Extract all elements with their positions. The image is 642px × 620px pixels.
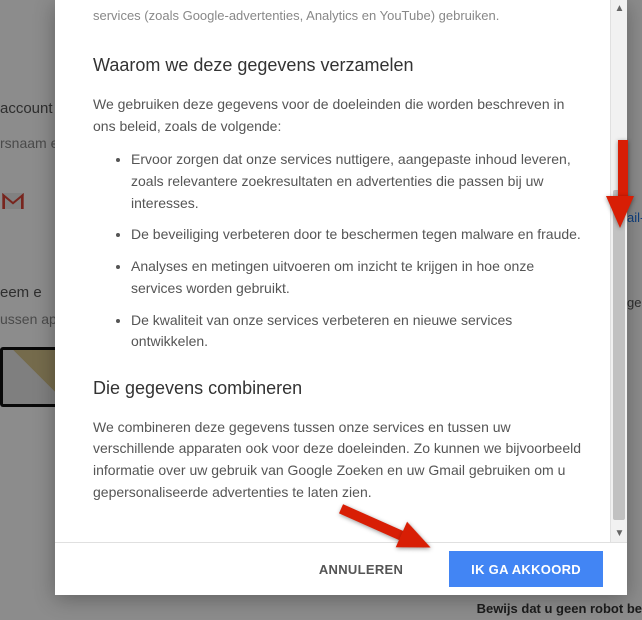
scrollbar[interactable]: ▲ ▼ bbox=[610, 0, 627, 542]
scrollbar-thumb[interactable] bbox=[613, 190, 625, 520]
modal-scroll-area[interactable]: services (zoals Google-advertenties, Ana… bbox=[55, 0, 627, 542]
section-heading-why: Waarom we deze gegevens verzamelen bbox=[93, 52, 589, 80]
section-body: We combineren deze gegevens tussen onze … bbox=[93, 417, 589, 504]
scroll-down-icon[interactable]: ▼ bbox=[611, 525, 627, 542]
list-item: De beveiliging verbeteren door te besche… bbox=[131, 224, 589, 246]
text-fragment: services (zoals Google-advertenties, Ana… bbox=[93, 6, 589, 26]
list-item: Analyses en metingen uitvoeren om inzich… bbox=[131, 256, 589, 299]
section-intro: We gebruiken deze gegevens voor de doele… bbox=[93, 94, 589, 137]
annotation-arrow-shaft bbox=[618, 140, 628, 200]
scroll-up-icon[interactable]: ▲ bbox=[611, 0, 627, 17]
annotation-arrow-down-icon bbox=[606, 196, 634, 228]
modal-footer: ANNULEREN IK GA AKKOORD bbox=[55, 542, 627, 595]
section-heading-combine: Die gegevens combineren bbox=[93, 375, 589, 403]
modal-content: services (zoals Google-advertenties, Ana… bbox=[55, 0, 627, 526]
reasons-list: Ervoor zorgen dat onze services nuttiger… bbox=[93, 149, 589, 353]
cancel-button[interactable]: ANNULEREN bbox=[297, 551, 425, 587]
agree-button[interactable]: IK GA AKKOORD bbox=[449, 551, 603, 587]
list-item: Ervoor zorgen dat onze services nuttiger… bbox=[131, 149, 589, 214]
list-item: De kwaliteit van onze services verbetere… bbox=[131, 310, 589, 353]
